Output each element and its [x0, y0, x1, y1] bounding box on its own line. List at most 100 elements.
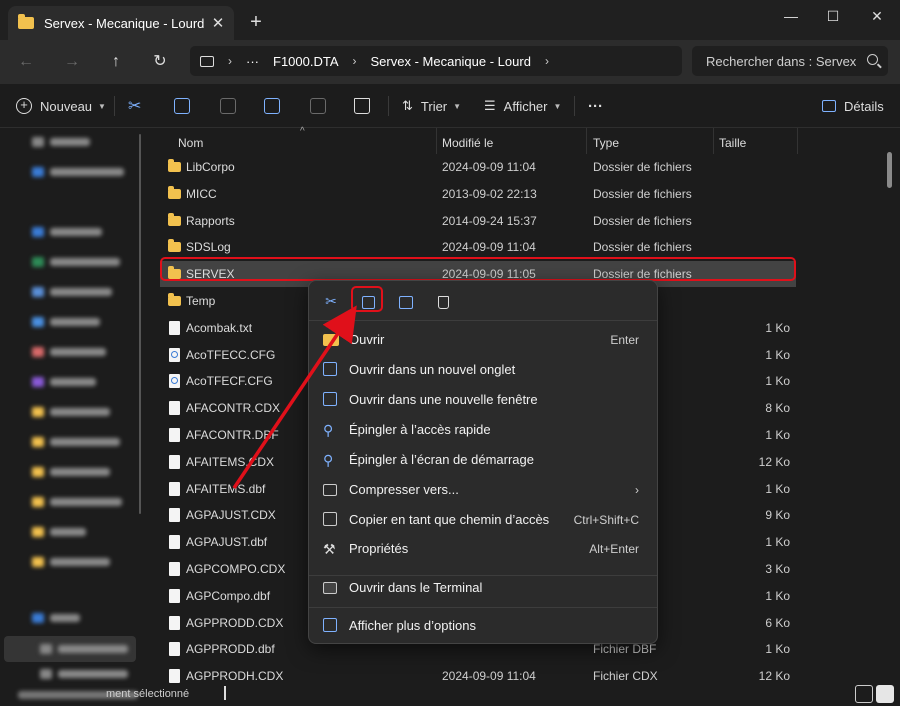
terminal-icon [323, 580, 339, 596]
status-bar: ment sélectionné [0, 684, 900, 706]
title-bar: Servex - Mecanique - Lourd ✕ + — ☐ ✕ [0, 0, 900, 44]
paste-button[interactable] [220, 94, 236, 118]
context-menu-item[interactable]: ⚲ Épingler à l’écran de démarrage [313, 446, 653, 474]
column-divider[interactable] [713, 128, 714, 154]
copy-button[interactable] [174, 94, 190, 118]
sidebar-item[interactable] [32, 406, 110, 418]
sidebar-item[interactable] [32, 526, 86, 538]
column-header-type[interactable]: Type [593, 132, 619, 154]
file-icon [169, 669, 180, 684]
back-button[interactable]: ← [14, 50, 38, 74]
table-row[interactable]: MICC 2013-09-02 22:13 Dossier de fichiers [160, 181, 796, 207]
more-button[interactable]: ··· [588, 94, 603, 118]
column-divider[interactable] [797, 128, 798, 154]
rename-button[interactable] [264, 94, 280, 118]
chevron-down-icon: ▼ [453, 101, 462, 111]
minimize-button[interactable]: — [776, 4, 806, 28]
new-button[interactable]: + Nouveau ▼ [16, 94, 106, 118]
sidebar-item[interactable] [32, 436, 120, 448]
breadcrumb-f1000[interactable]: F1000.DTA [273, 54, 339, 69]
context-menu-item[interactable]: ⚒ Propriétés Alt+Enter [313, 535, 653, 563]
view-button[interactable]: ☰ Afficher ▼ [484, 94, 561, 118]
new-window-icon [323, 392, 339, 408]
table-row[interactable]: Rapports 2014-09-24 15:37 Dossier de fichi… [160, 208, 796, 234]
sidebar-item[interactable] [32, 556, 110, 568]
column-divider[interactable] [586, 128, 587, 154]
trash-icon [437, 295, 449, 309]
sidebar-item[interactable] [32, 136, 90, 148]
refresh-button[interactable]: ↻ [148, 50, 172, 74]
context-menu-item[interactable]: Ouvrir dans un nouvel onglet [313, 356, 653, 384]
sidebar-item[interactable] [32, 256, 120, 268]
view-icon: ☰ [484, 98, 496, 113]
breadcrumb-servex[interactable]: Servex - Mecanique - Lourd [371, 54, 531, 69]
column-header-modified[interactable]: Modifié le [442, 132, 493, 154]
file-list-scrollbar[interactable] [887, 152, 892, 188]
folder-icon [168, 185, 181, 199]
close-tab-icon[interactable]: ✕ [208, 14, 228, 32]
new-tab-button[interactable]: + [246, 11, 266, 34]
sidebar-item[interactable] [32, 466, 110, 478]
file-size: 1 Ko [765, 320, 790, 335]
view-label: Afficher [503, 98, 548, 114]
context-delete-button[interactable] [431, 290, 455, 312]
sidebar-scrollbar[interactable] [139, 134, 141, 514]
context-menu-item[interactable]: Compresser vers... › [313, 476, 653, 504]
search-input[interactable]: Rechercher dans : Servex [692, 46, 888, 76]
sidebar-item[interactable] [32, 496, 122, 508]
file-icon [169, 320, 180, 335]
file-size [720, 154, 790, 180]
new-tab-icon [323, 362, 339, 378]
maximize-button[interactable]: ☐ [818, 4, 848, 28]
cut-button[interactable]: ✂ [128, 94, 141, 118]
file-size: 12 Ko [758, 454, 790, 469]
context-menu-item[interactable]: Ouvrir Enter [313, 326, 653, 354]
table-row[interactable]: LibCorpo 2024-09-09 11:04 Dossier de fichi… [160, 154, 796, 180]
context-menu-item[interactable]: Copier en tant que chemin d’accès Ctrl+Sh… [313, 506, 653, 534]
context-cut-button[interactable]: ✂ [319, 290, 343, 312]
address-field[interactable]: › ··· F1000.DTA › Servex - Mecanique - L… [190, 46, 682, 76]
toolbar-divider [574, 96, 575, 116]
sidebar-item[interactable] [32, 346, 106, 358]
file-size: 9 Ko [765, 508, 790, 523]
context-menu-item[interactable]: ⚲ Épingler à l’accès rapide [313, 416, 653, 444]
breadcrumb-separator: › [228, 54, 232, 68]
file-size: 1 Ko [765, 535, 790, 550]
tab-servex[interactable]: Servex - Mecanique - Lourd ✕ [8, 6, 234, 40]
delete-button[interactable] [354, 94, 370, 118]
copy-icon [174, 98, 190, 114]
column-divider[interactable] [436, 128, 437, 154]
context-menu-divider [309, 607, 657, 608]
share-button[interactable] [310, 94, 326, 118]
context-menu-item[interactable]: Ouvrir dans le Terminal [313, 574, 653, 602]
sidebar-item-this-pc[interactable] [32, 612, 80, 624]
plus-circle-icon: + [16, 98, 32, 114]
trash-icon [354, 98, 370, 114]
breadcrumb-separator: › [352, 54, 357, 68]
context-menu-item-label: Ouvrir dans une nouvelle fenêtre [349, 392, 538, 407]
details-view-toggle[interactable] [855, 685, 873, 703]
sidebar-item[interactable] [40, 643, 128, 655]
up-button[interactable]: ↑ [104, 50, 128, 74]
forward-button[interactable]: → [60, 50, 84, 74]
sidebar-item[interactable] [32, 286, 112, 298]
sidebar-item[interactable] [32, 226, 102, 238]
file-icon [169, 401, 180, 416]
close-window-button[interactable]: ✕ [862, 4, 892, 28]
sidebar-item[interactable] [40, 668, 128, 680]
breadcrumb-ellipsis[interactable]: ··· [246, 54, 259, 69]
context-rename-button[interactable] [394, 290, 418, 312]
context-menu-item[interactable]: Ouvrir dans une nouvelle fenêtre [313, 386, 653, 414]
details-pane-button[interactable]: Détails [822, 94, 884, 118]
sidebar-item[interactable] [32, 376, 96, 388]
file-modified: 2024-09-09 11:04 [442, 160, 536, 174]
sidebar-item[interactable] [32, 316, 100, 328]
column-header-size[interactable]: Taille [719, 132, 746, 154]
tiles-view-toggle[interactable] [876, 685, 894, 703]
sort-button[interactable]: ⇅ Trier ▼ [402, 94, 461, 118]
file-name: AGPAJUST.dbf [186, 535, 268, 550]
file-name: AGPCOMPO.CDX [186, 562, 286, 576]
column-header-name[interactable]: Nom [178, 132, 203, 154]
context-menu-item[interactable]: Afficher plus d’options [313, 612, 653, 640]
sidebar-item[interactable] [32, 166, 124, 178]
